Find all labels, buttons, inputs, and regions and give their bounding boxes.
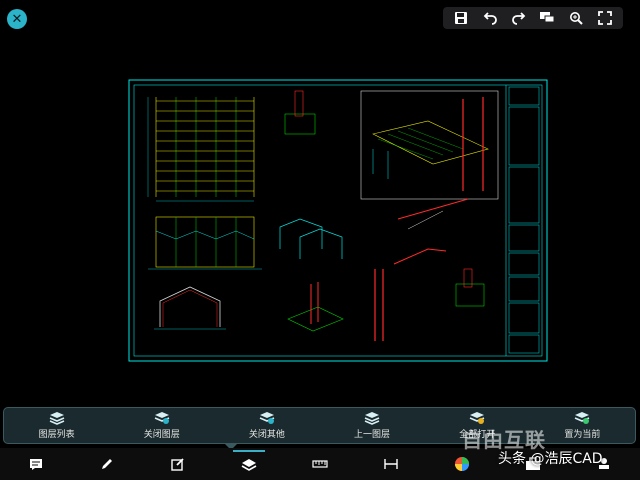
ruler-icon xyxy=(312,460,328,468)
color-palette-button[interactable] xyxy=(446,451,478,477)
undo-icon[interactable] xyxy=(480,8,500,28)
comment-icon[interactable] xyxy=(537,8,557,28)
close-button[interactable]: ✕ xyxy=(7,9,27,29)
annotation-icon xyxy=(29,459,42,470)
color-palette-icon xyxy=(455,457,470,471)
dimension-button[interactable] xyxy=(375,451,407,477)
layer-panel-label: 上一图层 xyxy=(354,430,391,440)
set-current-button[interactable]: 置为当前 xyxy=(537,411,627,440)
pencil-icon xyxy=(101,459,112,469)
top-toolbar xyxy=(443,7,623,29)
layer-panel-label: 关闭图层 xyxy=(143,430,180,440)
previous-layer-icon xyxy=(364,412,380,425)
elevation-view xyxy=(148,216,262,270)
edit-icon xyxy=(171,458,184,471)
frame-isometric-view xyxy=(279,218,343,259)
haunch-detail xyxy=(374,198,469,341)
portal-frame-view xyxy=(154,286,226,330)
layers-icon xyxy=(241,459,257,471)
layer-panel-label: 关闭其他 xyxy=(248,430,285,440)
layers-list-icon xyxy=(49,412,64,425)
layer-off-others-icon xyxy=(259,412,275,424)
ruler-button[interactable] xyxy=(304,451,336,477)
edit-button[interactable] xyxy=(162,451,194,477)
fixed-base-detail xyxy=(287,282,344,332)
close-others-button[interactable]: 关闭其他 xyxy=(222,411,312,440)
fullscreen-icon[interactable] xyxy=(595,8,615,28)
close-layer-button[interactable]: 关闭图层 xyxy=(117,411,207,440)
plan-view xyxy=(147,97,255,202)
save-icon[interactable] xyxy=(451,8,471,28)
title-block xyxy=(505,85,540,356)
set-current-layer-icon xyxy=(575,412,590,424)
zoom-icon[interactable] xyxy=(566,8,586,28)
layer-panel-label: 置为当前 xyxy=(564,430,601,440)
annotation-button[interactable] xyxy=(20,451,52,477)
pencil-button[interactable] xyxy=(91,451,123,477)
layer-panel-label: 图层列表 xyxy=(38,430,75,440)
roof-3d-view xyxy=(360,90,499,200)
dimension-icon xyxy=(384,459,398,469)
redo-icon[interactable] xyxy=(509,8,529,28)
base-plate-detail xyxy=(284,90,485,307)
layers-button[interactable] xyxy=(232,450,265,478)
watermark-text: 头条 @浩辰CAD xyxy=(498,451,603,467)
previous-layer-button[interactable]: 上一图层 xyxy=(327,411,417,440)
open-all-layers-icon xyxy=(469,412,485,424)
layer-off-icon xyxy=(154,412,170,424)
cad-drawing-canvas[interactable] xyxy=(128,79,548,362)
close-icon: ✕ xyxy=(11,11,23,27)
layers-list-button[interactable]: 图层列表 xyxy=(12,411,102,440)
